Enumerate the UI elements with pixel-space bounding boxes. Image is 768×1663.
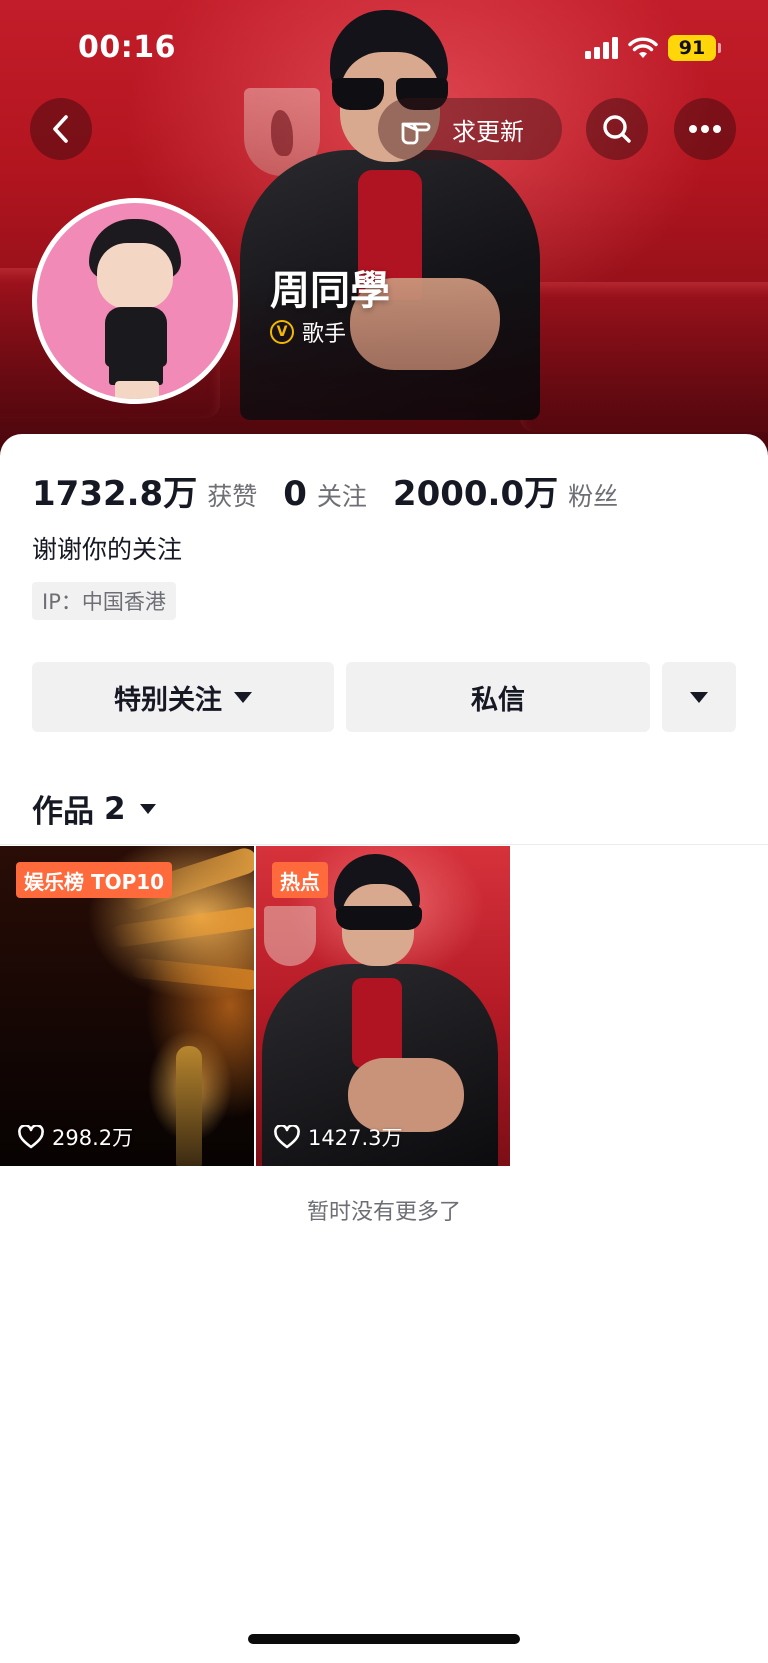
no-more-content-text: 暂时没有更多了 — [306, 1200, 461, 1225]
verification-badge: V 歌手 — [270, 316, 346, 348]
heart-icon — [274, 1125, 300, 1149]
profile-bio: 谢谢你的关注 — [32, 535, 183, 564]
work-likes: 1427.3万 — [274, 1122, 402, 1152]
divider — [0, 844, 768, 845]
battery-level: 91 — [678, 37, 706, 59]
more-button[interactable] — [674, 98, 736, 160]
profile-name: 周同學 — [270, 268, 390, 314]
works-tab[interactable]: 作品 2 — [32, 786, 156, 831]
verified-v-icon: V — [270, 320, 294, 344]
wifi-icon — [628, 37, 658, 58]
back-button[interactable] — [30, 98, 92, 160]
work-item[interactable]: 热点 1427.3万 — [256, 846, 510, 1166]
work-item[interactable]: 娱乐榜 TOP10 298.2万 — [0, 846, 254, 1166]
request-update-label: 求更新 — [452, 117, 524, 146]
avatar[interactable] — [32, 198, 238, 404]
work-likes: 298.2万 — [18, 1122, 133, 1152]
search-icon — [603, 115, 631, 143]
stat-likes[interactable]: 1732.8万 获赞 — [32, 466, 257, 515]
stat-following-value: 0 — [283, 474, 307, 514]
special-follow-button[interactable]: 特别关注 — [32, 662, 334, 732]
stat-following-label: 关注 — [316, 482, 367, 511]
caret-down-icon — [690, 691, 708, 703]
stat-likes-value: 1732.8万 — [32, 474, 198, 514]
work-likes-count: 1427.3万 — [308, 1126, 403, 1150]
cellular-signal-icon — [585, 37, 618, 59]
message-label: 私信 — [471, 684, 525, 716]
status-icons: 91 — [585, 34, 721, 62]
verification-label: 歌手 — [302, 322, 347, 347]
caret-down-icon — [234, 691, 252, 703]
home-indicator[interactable] — [248, 1634, 520, 1644]
stat-followers[interactable]: 2000.0万 粉丝 — [393, 466, 618, 515]
stat-followers-label: 粉丝 — [568, 482, 619, 511]
chevron-left-icon — [53, 115, 68, 143]
work-badge: 热点 — [272, 862, 328, 898]
stat-followers-value: 2000.0万 — [392, 474, 559, 514]
works-label: 作品 — [32, 794, 94, 830]
profile-card: 1732.8万 获赞 0 关注 2000.0万 粉丝 谢谢你的关注 IP：中国香… — [0, 434, 768, 1663]
status-time: 00:16 — [78, 30, 176, 65]
heart-icon — [18, 1125, 44, 1149]
work-badge: 娱乐榜 TOP10 — [16, 862, 173, 898]
more-dots-icon — [689, 125, 721, 133]
works-count: 2 — [104, 790, 126, 827]
stat-likes-label: 获赞 — [207, 482, 258, 511]
stat-following[interactable]: 0 关注 — [283, 474, 367, 514]
special-follow-label: 特别关注 — [114, 684, 222, 716]
request-update-button[interactable]: 求更新 — [378, 98, 562, 160]
message-button[interactable]: 私信 — [346, 662, 650, 732]
profile-stats: 1732.8万 获赞 0 关注 2000.0万 粉丝 — [32, 466, 644, 515]
search-button[interactable] — [586, 98, 648, 160]
caret-down-icon — [139, 803, 156, 814]
work-likes-count: 298.2万 — [52, 1126, 134, 1150]
pointing-hand-icon — [401, 122, 431, 145]
profile-screen: 00:16 91 求更新 周同學 V 歌手 1732.8万 获赞 0 关注 20… — [0, 0, 768, 1663]
battery-icon: 91 — [668, 35, 721, 61]
ip-location-tag: IP：中国香港 — [32, 582, 176, 620]
more-actions-dropdown-button[interactable] — [662, 662, 736, 732]
